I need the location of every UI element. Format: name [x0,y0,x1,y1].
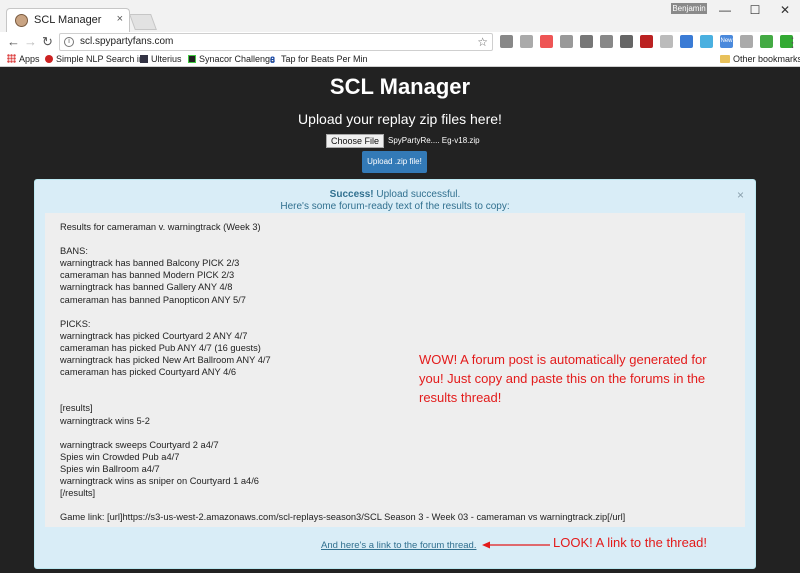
mask-extension-icon[interactable] [660,35,673,48]
other-bookmarks[interactable]: Other bookmarks [720,53,800,66]
look-annotation: LOOK! A link to the thread! [553,535,707,550]
record-extension-icon[interactable] [540,35,553,48]
address-bar[interactable]: i scl.spypartyfans.com ☆ [59,33,493,51]
tab-favicon-icon [15,14,28,27]
tab-title: SCL Manager [34,14,102,26]
grid-extension-icon[interactable] [520,35,533,48]
back-arrow-icon[interactable]: ← [7,34,20,49]
bookmark-bpm[interactable]: 8 Tap for Beats Per Min [270,53,368,66]
browser-tab[interactable]: SCL Manager × [6,8,130,32]
minimize-button[interactable]: — [710,3,740,17]
upload-zip-button[interactable]: Upload .zip file! [362,151,427,173]
results-text-box[interactable]: Results for cameraman v. warningtrack (W… [45,213,745,527]
c-extension-icon[interactable] [600,35,613,48]
alert-success-message: Success! Upload successful. [35,189,755,200]
bookmark-nlp[interactable]: Simple NLP Search in [45,53,144,66]
apps-icon [7,54,16,63]
bookmark-ulterius[interactable]: Ulterius [140,53,182,66]
nlp-icon [45,55,53,63]
box-extension-icon[interactable] [620,35,633,48]
s-extension-icon[interactable] [580,35,593,48]
wow-annotation: WOW! A forum post is automatically gener… [419,352,707,405]
upload-extension-icon[interactable] [760,35,773,48]
forward-arrow-icon[interactable]: → [24,34,37,49]
history-extension-icon[interactable] [740,35,753,48]
forum-thread-link[interactable]: And here's a link to the forum thread. [321,540,476,551]
page-subtitle: Upload your replay zip files here! [298,111,502,127]
browser-toolbar: ← → ↻ i scl.spypartyfans.com ☆ New ⋮ [0,32,800,52]
title-bar: SCL Manager × Benjamin — ☐ ✕ [0,0,800,32]
site-info-icon[interactable]: i [64,37,74,47]
left-arrow-icon [482,541,550,549]
bpm-icon: 8 [270,55,276,65]
maximize-button[interactable]: ☐ [740,3,770,17]
url-text: scl.spypartyfans.com [80,36,174,47]
bird-extension-icon[interactable] [700,35,713,48]
success-alert: × Success! Upload successful. Here's som… [34,179,756,569]
ulterius-icon [140,55,148,63]
drop-extension-icon[interactable] [680,35,693,48]
selected-file-name: SpyPartyRe.... Eg-v18.zip [388,136,480,145]
pen-extension-icon[interactable] [560,35,573,48]
choose-file-button[interactable]: Choose File [326,134,384,148]
alert-success-text: Upload successful. [373,189,461,200]
tab-close-icon[interactable]: × [117,13,123,25]
close-window-button[interactable]: ✕ [770,3,800,17]
bookmark-apps[interactable]: Apps [7,53,40,66]
ublock-icon[interactable] [640,35,653,48]
new-tab-button[interactable] [129,14,157,30]
alert-instructions: Here's some forum-ready text of the resu… [280,201,510,212]
camera-extension-icon[interactable] [500,35,513,48]
bookmark-star-icon[interactable]: ☆ [477,35,488,49]
synacor-icon [188,55,196,63]
alert-success-strong: Success! [329,189,374,200]
bookmark-synacor[interactable]: Synacor Challenge [188,53,275,66]
new-extension-icon[interactable]: New [720,35,733,48]
page-title: SCL Manager [329,74,471,99]
reload-icon[interactable]: ↻ [42,34,53,49]
extension-icons: New [500,35,793,49]
folder-icon [720,55,730,63]
page-content: SCL Manager Upload your replay zip files… [0,67,800,573]
chrome-menu-icon[interactable]: ⋮ [786,35,799,51]
profile-chip[interactable]: Benjamin [671,3,707,14]
bookmarks-bar: Apps Simple NLP Search in Ulterius Synac… [0,52,800,67]
